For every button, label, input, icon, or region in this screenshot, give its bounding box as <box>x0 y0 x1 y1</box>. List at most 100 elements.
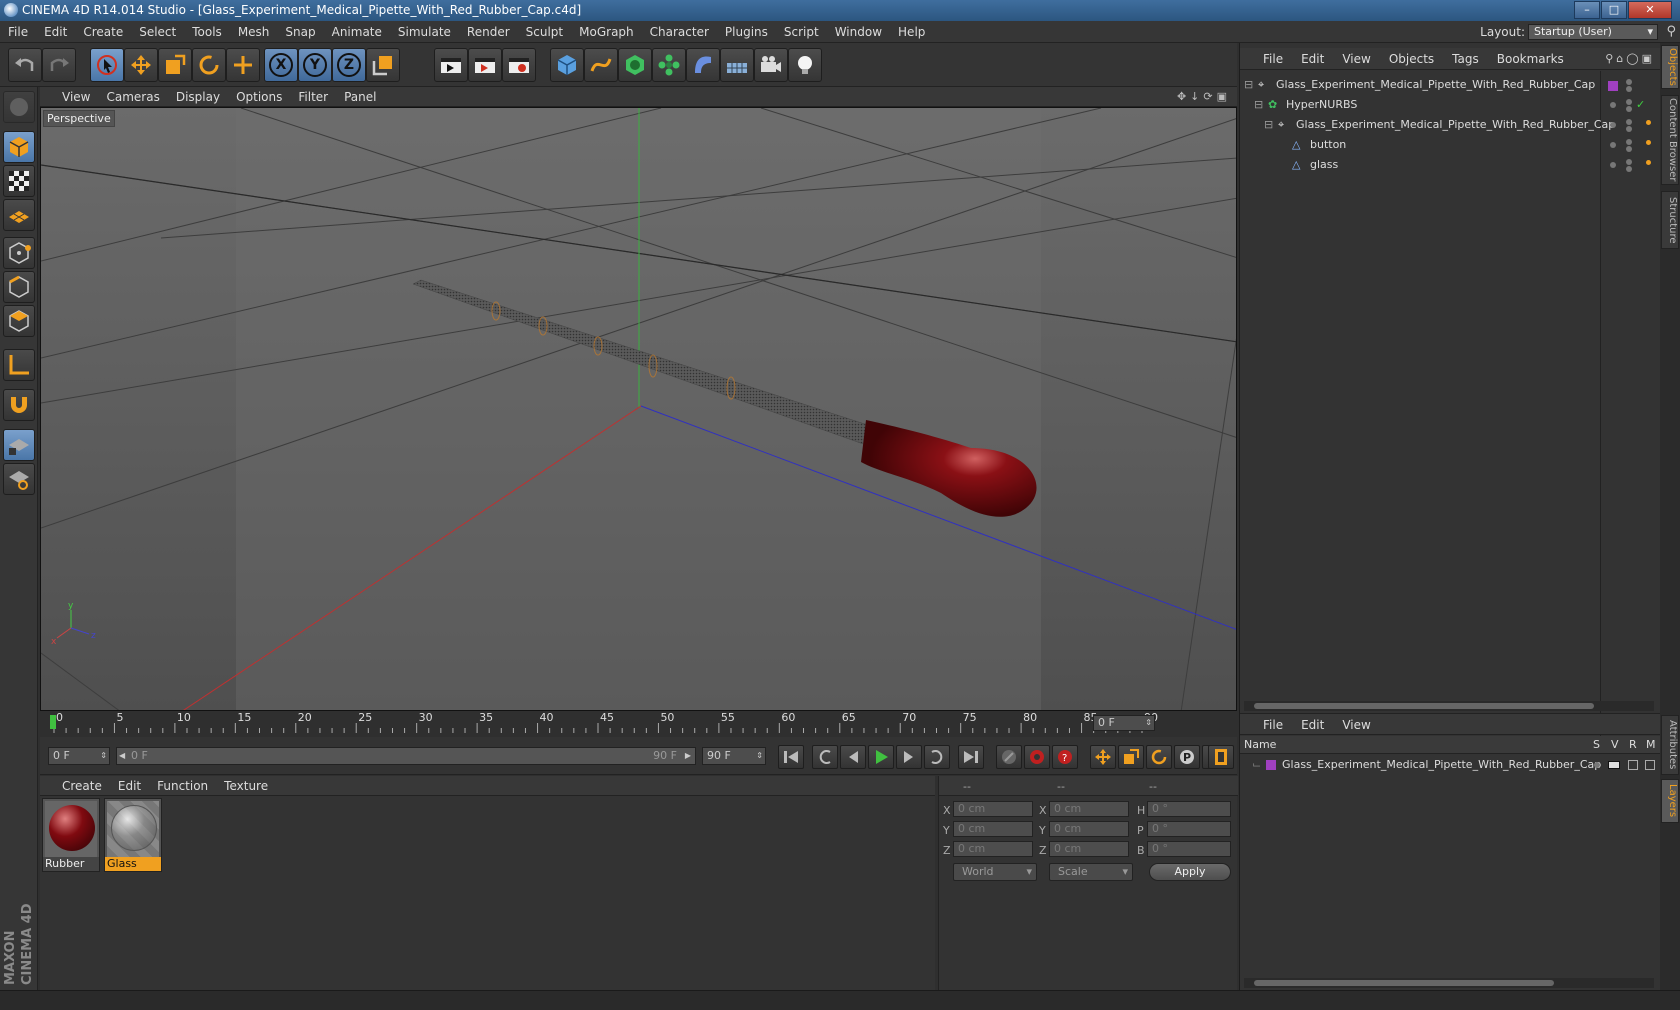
menu-create[interactable]: Create <box>75 21 131 43</box>
object-manager-nav-icons[interactable]: ⚲⌂◯▣ <box>1605 48 1655 70</box>
apply-button[interactable]: Apply <box>1149 863 1231 881</box>
viewport-menu-panel[interactable]: Panel <box>336 87 384 107</box>
tab-attributes[interactable]: Attributes <box>1661 715 1679 775</box>
key-position-button[interactable] <box>1090 745 1116 769</box>
menu-file[interactable]: File <box>0 21 36 43</box>
coordinate-system-button[interactable] <box>366 48 400 82</box>
render-picture-viewer-button[interactable] <box>468 48 502 82</box>
tab-objects[interactable]: Objects <box>1661 45 1679 89</box>
menu-plugins[interactable]: Plugins <box>717 21 776 43</box>
collapse-icon[interactable]: ⊟ <box>1244 75 1253 95</box>
layer-view-toggle-icon[interactable] <box>1608 761 1620 769</box>
menu-tools[interactable]: Tools <box>184 21 230 43</box>
previous-frame-button[interactable] <box>840 745 866 769</box>
viewport-menu-view[interactable]: View <box>54 87 98 107</box>
menu-select[interactable]: Select <box>131 21 184 43</box>
collapse-icon[interactable]: ⊟ <box>1264 115 1273 135</box>
go-to-start-button[interactable] <box>778 745 804 769</box>
x-axis-button[interactable]: X <box>264 48 298 82</box>
position-y-field[interactable]: 0 cm <box>953 821 1033 837</box>
layer-manager-column[interactable]: M <box>1646 736 1656 754</box>
visibility-dot[interactable] <box>1610 102 1616 108</box>
array-button[interactable] <box>652 48 686 82</box>
collapse-icon[interactable]: ⊟ <box>1254 95 1263 115</box>
rotation-p-field[interactable]: 0 ° <box>1147 821 1231 837</box>
material-menu-texture[interactable]: Texture <box>216 776 276 796</box>
axis-mode-button[interactable] <box>3 349 35 381</box>
size-y-field[interactable]: 0 cm <box>1049 821 1129 837</box>
checkmark-icon[interactable]: ✓ <box>1636 95 1645 115</box>
move-button[interactable] <box>124 48 158 82</box>
objects-menu-file[interactable]: File <box>1254 48 1292 70</box>
menu-window[interactable]: Window <box>827 21 890 43</box>
menu-character[interactable]: Character <box>642 21 717 43</box>
tree-row[interactable]: ⊟ ⌖ Glass_Experiment_Medical_Pipette_Wit… <box>1240 115 1661 135</box>
timeline-window-button[interactable] <box>1208 745 1234 769</box>
visibility-render-dot[interactable] <box>1626 106 1632 112</box>
layer-color-tag[interactable] <box>1608 81 1618 91</box>
z-axis-button[interactable]: Z <box>332 48 366 82</box>
size-x-field[interactable]: 0 cm <box>1049 801 1129 817</box>
objects-menu-objects[interactable]: Objects <box>1380 48 1443 70</box>
viewport-menu-cameras[interactable]: Cameras <box>98 87 167 107</box>
visibility-dot[interactable] <box>1610 162 1616 168</box>
workplane-lock-button[interactable] <box>3 429 35 461</box>
objects-menu-bookmarks[interactable]: Bookmarks <box>1488 48 1573 70</box>
edit-render-settings-button[interactable] <box>502 48 536 82</box>
visibility-editor-dot[interactable] <box>1626 79 1632 85</box>
layer-render-toggle-icon[interactable] <box>1628 760 1638 770</box>
previous-key-button[interactable] <box>812 745 838 769</box>
model-mode-button[interactable] <box>3 131 35 163</box>
next-frame-button[interactable] <box>896 745 922 769</box>
3d-viewport[interactable]: y x z Perspective <box>40 107 1237 711</box>
edges-mode-button[interactable] <box>3 271 35 303</box>
objects-menu-view[interactable]: View <box>1333 48 1379 70</box>
start-frame-field[interactable]: 0 F ⇕ <box>48 747 110 765</box>
key-rotation-button[interactable] <box>1146 745 1172 769</box>
menu-script[interactable]: Script <box>776 21 827 43</box>
tree-row[interactable]: ⊟ ✿ HyperNURBS ✓ <box>1240 95 1661 115</box>
snap-button[interactable] <box>3 389 35 421</box>
material-menu-edit[interactable]: Edit <box>110 776 149 796</box>
tab-content-browser[interactable]: Content Browser <box>1661 95 1679 185</box>
points-mode-button[interactable] <box>3 237 35 269</box>
end-frame-field[interactable]: 90 F ⇕ <box>702 747 766 765</box>
visibility-dot[interactable] <box>1610 122 1616 128</box>
material-menu-create[interactable]: Create <box>54 776 110 796</box>
key-parameter-button[interactable]: P <box>1174 745 1200 769</box>
search-icon[interactable]: ⚲ <box>1666 24 1676 39</box>
tab-structure[interactable]: Structure <box>1661 191 1679 249</box>
current-frame-field[interactable]: 0 F ⇕ <box>1093 715 1155 731</box>
objects-menu-tags[interactable]: Tags <box>1443 48 1488 70</box>
viewport-menu-options[interactable]: Options <box>228 87 290 107</box>
menu-animate[interactable]: Animate <box>324 21 390 43</box>
rotate-button[interactable] <box>192 48 226 82</box>
autokeying-button[interactable]: ? <box>1052 745 1078 769</box>
close-button[interactable]: ✕ <box>1628 1 1672 19</box>
tree-row[interactable]: △ button <box>1240 135 1661 155</box>
visibility-editor-dot[interactable] <box>1626 159 1632 165</box>
object-tree-scrollbar[interactable] <box>1244 701 1654 711</box>
maximize-button[interactable]: □ <box>1601 1 1627 19</box>
visibility-render-dot[interactable] <box>1626 166 1632 172</box>
tab-layers[interactable]: Layers <box>1661 779 1679 823</box>
viewport-navigation-icons[interactable]: ✥↓⟳▣ <box>1177 87 1231 107</box>
visibility-render-dot[interactable] <box>1626 146 1632 152</box>
layer-solo-column[interactable]: S <box>1593 736 1600 754</box>
layer-row[interactable]: ⌙ Glass_Experiment_Medical_Pipette_With_… <box>1240 755 1661 775</box>
layer-solo-toggle[interactable] <box>1594 762 1600 768</box>
add-button[interactable] <box>226 48 260 82</box>
cube-button[interactable] <box>550 48 584 82</box>
menu-help[interactable]: Help <box>890 21 933 43</box>
material-menu-function[interactable]: Function <box>149 776 216 796</box>
workplane-mode-button[interactable] <box>3 199 35 231</box>
layer-view-column[interactable]: V <box>1611 736 1619 754</box>
material-glass[interactable]: Glass <box>104 798 162 872</box>
menu-simulate[interactable]: Simulate <box>390 21 459 43</box>
layers-menu-view[interactable]: View <box>1333 714 1379 736</box>
texture-mode-button[interactable] <box>3 165 35 197</box>
menu-edit[interactable]: Edit <box>36 21 75 43</box>
menu-snap[interactable]: Snap <box>277 21 323 43</box>
layout-select[interactable]: Startup (User) ▾ <box>1528 24 1658 40</box>
frame-range-slider[interactable]: ◀ 0 F 90 F ▶ <box>116 747 696 765</box>
